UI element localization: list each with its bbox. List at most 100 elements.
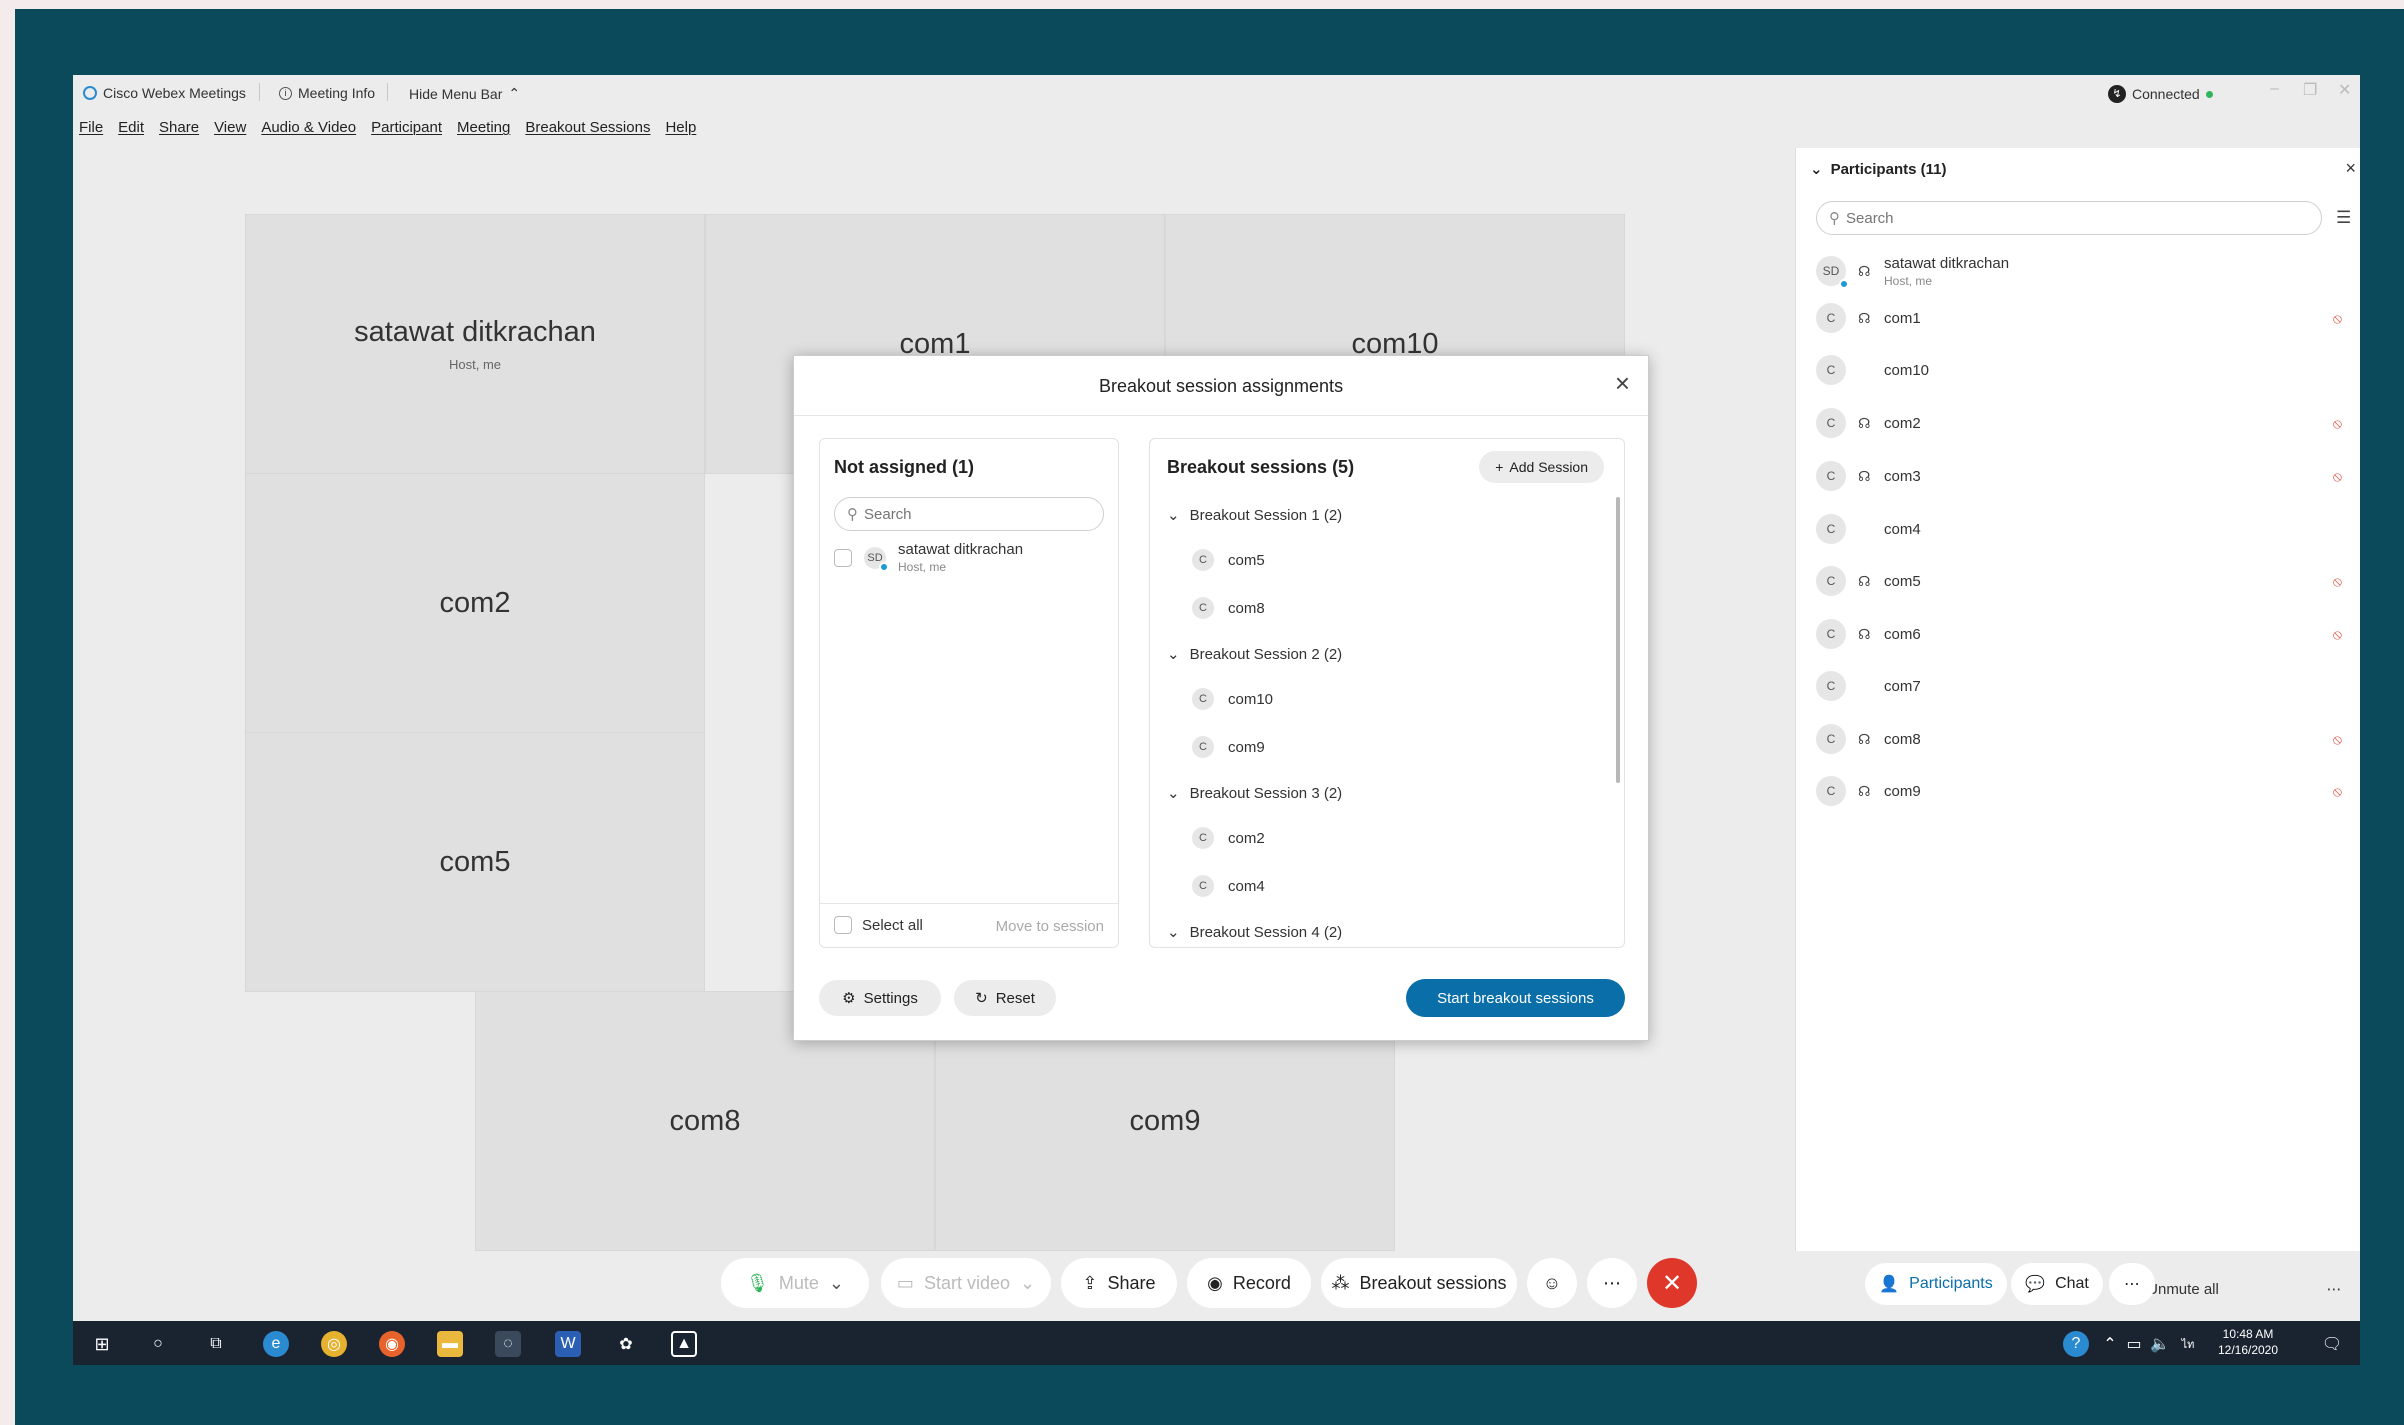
participant-row[interactable]: C ☊ com6 ⦸ [1816,614,2356,654]
windows-start-icon[interactable]: ⊞ [89,1331,115,1357]
muted-mic-icon[interactable]: ⦸ [2333,468,2342,485]
clock[interactable]: 10:48 AM 12/16/2020 [2213,1326,2283,1358]
muted-mic-icon[interactable]: ⦸ [2333,731,2342,748]
edge-browser-icon[interactable]: e [263,1331,289,1357]
sort-icon[interactable]: ☰ [2336,208,2351,228]
minimize-icon[interactable]: – [2270,80,2279,98]
menu-file[interactable]: File [79,119,103,136]
select-all[interactable]: Select all [834,916,923,934]
chrome-browser-icon[interactable]: ◎ [321,1331,347,1357]
breakout-sessions-button[interactable]: ⁂ Breakout sessions [1321,1258,1517,1308]
help-icon[interactable]: ? [2063,1331,2089,1357]
photos-icon[interactable]: ▲ [671,1331,697,1357]
participant-row[interactable]: C com4 [1816,509,2356,549]
participants-tab-button[interactable]: 👤 Participants [1865,1263,2007,1305]
not-assigned-search-input[interactable] [864,505,1069,523]
chevron-down-icon: ⌄ [1167,785,1180,802]
file-explorer-icon[interactable]: ▬ [437,1331,463,1357]
muted-mic-icon[interactable]: ⦸ [2333,415,2342,432]
reactions-button[interactable]: ☺ [1527,1258,1577,1308]
more-options-button[interactable]: ⋯ [1587,1258,1637,1308]
restore-icon[interactable]: ❐ [2303,80,2317,100]
start-breakout-sessions-button[interactable]: Start breakout sessions [1406,979,1625,1017]
move-to-session-button[interactable]: Move to session [996,918,1104,935]
chevron-up-icon[interactable]: ⌃ [2097,1331,2123,1357]
session-member[interactable]: C com10 [1192,688,1273,710]
participant-row[interactable]: C com7 [1816,666,2356,706]
network-icon[interactable]: ▭ [2121,1331,2147,1357]
muted-mic-icon[interactable]: ⦸ [2333,783,2342,800]
reset-button[interactable]: ↻ Reset [954,980,1056,1016]
end-meeting-button[interactable]: ✕ [1647,1258,1697,1308]
participants-title[interactable]: ⌄ Participants (11) [1810,160,1946,179]
headset-icon: ☊ [1858,625,1871,642]
task-view-icon[interactable]: ⧉ [203,1331,229,1357]
participant-row[interactable]: C ☊ com8 ⦸ [1816,719,2356,759]
participant-checkbox[interactable] [834,548,852,567]
participant-row[interactable]: C ☊ com5 ⦸ [1816,561,2356,601]
menu-help[interactable]: Help [665,119,696,136]
more-panels-button[interactable]: ⋯ [2109,1263,2155,1305]
session-member[interactable]: C com4 [1192,875,1265,897]
participant-row[interactable]: C ☊ com3 ⦸ [1816,456,2356,496]
session-header[interactable]: ⌄ Breakout Session 2 (2) [1167,645,1342,664]
select-all-checkbox[interactable] [834,916,852,934]
not-assigned-title: Not assigned (1) [834,457,975,477]
meeting-info-button[interactable]: i Meeting Info [279,85,375,101]
participant-row-host[interactable]: SD ☊ satawat ditkrachan Host, me [1816,246,2356,296]
mute-button[interactable]: 🎙 Mute ⌄ [721,1258,869,1308]
webex-taskbar-icon[interactable]: ◌ [495,1331,521,1357]
word-icon[interactable]: W [555,1331,581,1357]
video-tile[interactable]: satawat ditkrachan Host, me [245,214,705,474]
close-window-icon[interactable]: ✕ [2338,80,2351,100]
start-video-button[interactable]: ▭ Start video ⌄ [881,1258,1051,1308]
participants-search-input[interactable] [1846,209,2240,227]
muted-mic-icon[interactable]: ⦸ [2333,310,2342,327]
participants-search[interactable]: ⚲ [1816,201,2322,235]
muted-mic-icon[interactable]: ⦸ [2333,573,2342,590]
session-header[interactable]: ⌄ Breakout Session 4 (2) [1167,923,1342,942]
session-header[interactable]: ⌄ Breakout Session 1 (2) [1167,506,1342,525]
close-icon[interactable]: × [2345,158,2356,179]
menu-audio-video[interactable]: Audio & Video [261,119,356,136]
plus-icon: + [1495,459,1504,475]
list-item[interactable]: SD satawat ditkrachan Host, me [834,541,1023,574]
session-member[interactable]: C com2 [1192,827,1265,849]
session-member[interactable]: C com8 [1192,597,1265,619]
headset-icon: ☊ [1858,782,1871,799]
notifications-icon[interactable]: 🗨 [2319,1331,2345,1357]
menu-participant[interactable]: Participant [371,119,442,136]
add-session-button[interactable]: + Add Session [1479,451,1604,483]
more-options-button[interactable]: ⋯ [2316,1271,2352,1307]
session-member[interactable]: C com9 [1192,736,1265,758]
volume-icon[interactable]: 🔈 [2147,1331,2173,1357]
session-member[interactable]: C com5 [1192,549,1265,571]
chevron-down-icon[interactable]: ⌄ [829,1273,844,1294]
menu-breakout-sessions[interactable]: Breakout Sessions [525,119,650,136]
participant-row[interactable]: C ☊ com9 ⦸ [1816,771,2356,811]
firefox-browser-icon[interactable]: ◉ [379,1331,405,1357]
not-assigned-search[interactable]: ⚲ [834,497,1104,531]
muted-mic-icon[interactable]: ⦸ [2333,626,2342,643]
participant-row[interactable]: C com10 [1816,350,2356,390]
share-button[interactable]: ⇪ Share [1061,1258,1177,1308]
video-tile[interactable]: com2 [245,473,705,733]
menu-meeting[interactable]: Meeting [457,119,510,136]
record-button[interactable]: ◉ Record [1187,1258,1311,1308]
session-header[interactable]: ⌄ Breakout Session 3 (2) [1167,784,1342,803]
close-icon[interactable]: × [1615,368,1630,399]
settings-button[interactable]: ⚙ Settings [819,980,941,1016]
participant-row[interactable]: C ☊ com2 ⦸ [1816,403,2356,443]
participant-row[interactable]: C ☊ com1 ⦸ [1816,298,2356,338]
menu-share[interactable]: Share [159,119,199,136]
search-icon[interactable]: ○ [145,1331,171,1357]
app-icon[interactable]: ✿ [613,1331,639,1357]
headset-icon: ☊ [1858,309,1871,326]
scrollbar[interactable] [1616,497,1620,783]
language-icon[interactable]: ไท [2175,1331,2201,1357]
chat-tab-button[interactable]: 💬 Chat [2011,1263,2103,1305]
menu-view[interactable]: View [214,119,246,136]
menu-edit[interactable]: Edit [118,119,144,136]
hide-menu-bar-button[interactable]: Hide Menu Bar ⌃ [409,85,520,102]
video-tile[interactable]: com5 [245,732,705,992]
